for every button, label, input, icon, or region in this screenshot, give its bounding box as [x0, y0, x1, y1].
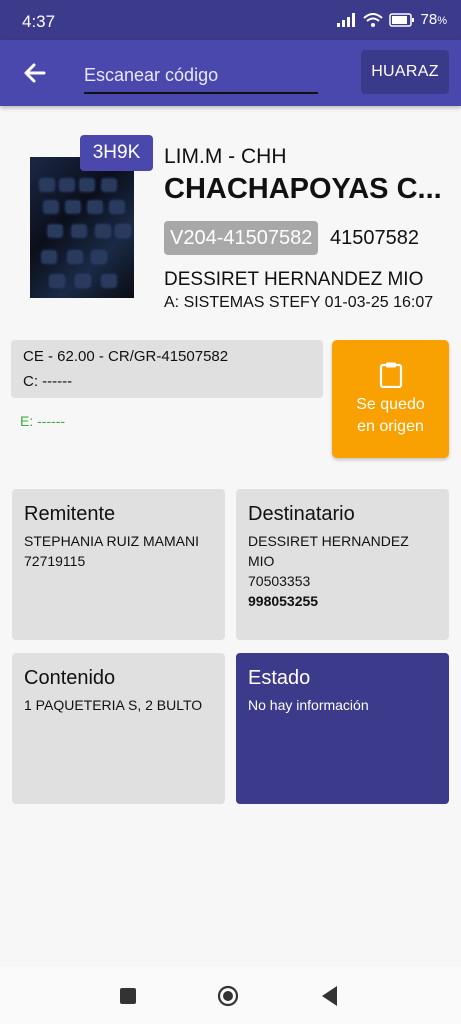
status-icons: 78%	[336, 11, 447, 28]
stayed-at-origin-button[interactable]: Se quedo en origen	[332, 340, 449, 458]
sender-details: STEPHANIA RUIZ MAMANI 72719115	[24, 533, 200, 569]
battery-level: 78%	[420, 11, 447, 28]
receiver-name: DESSIRET HERNANDEZ MIO	[164, 269, 424, 290]
state-title: Estado	[248, 667, 311, 689]
state-details: No hay información	[248, 697, 369, 713]
app-bar: HUARAZ	[0, 40, 461, 106]
sender-title: Remitente	[24, 503, 116, 525]
battery-icon	[388, 12, 414, 27]
recipient-title: Destinatario	[248, 503, 355, 525]
content-card: Contenido 1 PAQUETERIA S, 2 BULTO	[12, 653, 225, 804]
branch-button[interactable]: HUARAZ	[361, 50, 449, 94]
package-photo[interactable]	[30, 157, 134, 298]
charge-line: CE - 62.00 - CR/GR-41507582	[23, 348, 229, 365]
signal-icon	[336, 12, 355, 27]
recipient-details: DESSIRET HERNANDEZ MIO 70503353 99805325…	[248, 533, 409, 609]
scan-code-input[interactable]	[84, 58, 318, 94]
back-arrow-icon[interactable]	[20, 58, 50, 88]
sender-card: Remitente STEPHANIA RUIZ MAMANI 72719115	[12, 489, 225, 640]
status-time: 4:37	[22, 12, 56, 31]
status-bar: 4:37 78%	[0, 0, 461, 40]
home-icon[interactable]	[217, 985, 239, 1007]
stayed-at-origin-label: Se quedo en origen	[356, 396, 425, 435]
recents-icon[interactable]	[120, 988, 136, 1004]
wifi-icon	[362, 12, 383, 27]
charge-info-box: CE - 62.00 - CR/GR-41507582 C: ------	[11, 340, 323, 398]
state-card[interactable]: Estado No hay información	[236, 653, 449, 804]
nav-back-icon[interactable]	[320, 985, 338, 1007]
recipient-card: Destinatario DESSIRET HERNANDEZ MIO 7050…	[236, 489, 449, 640]
guide-chip: V204-41507582	[164, 221, 319, 255]
content-title: Contenido	[24, 667, 116, 689]
e-line: E: ------	[20, 413, 66, 429]
clipboard-icon	[379, 362, 403, 388]
agent-line: A: SISTEMAS STEFY 01-03-25 16:07	[164, 294, 434, 311]
c-line: C: ------	[23, 373, 73, 390]
guide-number: 41507582	[330, 227, 419, 249]
content-details: 1 PAQUETERIA S, 2 BULTO	[24, 697, 203, 713]
shipment-code-badge: 3H9K	[80, 135, 153, 171]
destination-city: CHACHAPOYAS C...	[164, 173, 442, 205]
route-label: LIM.M - CHH	[164, 145, 287, 168]
